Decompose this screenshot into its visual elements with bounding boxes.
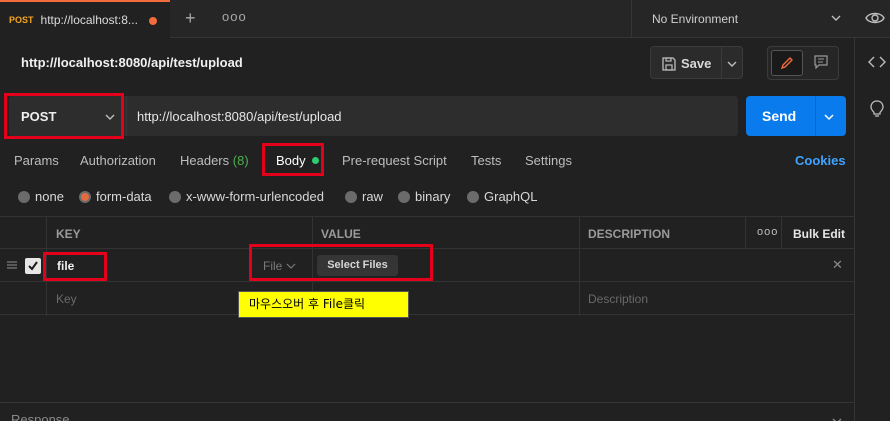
pencil-icon — [780, 57, 793, 70]
mode-toggle — [767, 46, 839, 80]
divider — [781, 216, 782, 249]
radio-graphql[interactable]: GraphQL — [467, 189, 537, 204]
annotation-note: 마우스오버 후 File클릭 — [238, 291, 409, 318]
column-header-key: KEY — [56, 227, 81, 241]
url-text: http://localhost:8080/api/test/upload — [137, 109, 342, 124]
bulk-edit-button[interactable]: Bulk Edit — [793, 227, 845, 241]
url-input[interactable]: http://localhost:8080/api/test/upload — [126, 96, 738, 136]
radio-raw[interactable]: raw — [345, 189, 383, 204]
response-label: Response — [11, 412, 70, 421]
radio-dot-selected — [79, 190, 91, 203]
edit-mode-button[interactable] — [771, 50, 803, 76]
new-tab-button[interactable]: + — [185, 7, 196, 29]
tab-method: POST — [9, 15, 34, 25]
radio-label: x-www-form-urlencoded — [186, 189, 324, 204]
chevron-down-icon — [832, 418, 842, 421]
divider — [815, 96, 816, 136]
chevron-down-icon — [105, 114, 115, 120]
table-row-empty: Key Description — [0, 282, 854, 315]
description-placeholder[interactable]: Description — [588, 292, 648, 306]
environment-label: No Environment — [652, 12, 739, 26]
column-header-description: DESCRIPTION — [588, 227, 671, 241]
save-label: Save — [681, 56, 712, 71]
radio-label: raw — [362, 189, 383, 204]
tab-settings[interactable]: Settings — [525, 153, 572, 168]
send-button[interactable]: Send — [746, 96, 846, 136]
radio-binary[interactable]: binary — [398, 189, 450, 204]
tab-headers-label: Headers — [180, 153, 230, 168]
tab-url: http://localhost:8... — [40, 13, 138, 27]
chevron-down-icon — [831, 15, 841, 21]
save-button[interactable]: Save — [650, 46, 743, 79]
column-options-button[interactable]: ooo — [757, 226, 778, 238]
tab-prerequest-script[interactable]: Pre-request Script — [342, 153, 447, 168]
eye-icon[interactable] — [865, 10, 885, 26]
right-sidebar — [854, 38, 890, 421]
table-header-row: KEY VALUE DESCRIPTION ooo Bulk Edit — [0, 216, 854, 249]
table-row: file File ✕ — [0, 249, 854, 282]
tab-headers[interactable]: Headers (8) — [180, 153, 249, 168]
radio-dot — [18, 190, 30, 203]
divider — [745, 216, 746, 249]
checkmark-icon — [28, 261, 38, 271]
cookies-link[interactable]: Cookies — [795, 153, 846, 168]
unsaved-dot-icon — [149, 17, 157, 25]
response-panel[interactable]: Response — [0, 402, 854, 421]
key-placeholder[interactable]: Key — [56, 292, 77, 306]
divider — [721, 47, 722, 78]
radio-label: GraphQL — [484, 189, 538, 204]
radio-dot — [169, 190, 181, 203]
request-title: http://localhost:8080/api/test/upload — [21, 55, 243, 70]
tab-body-label: Body — [276, 153, 306, 168]
method-label: POST — [21, 109, 57, 124]
tab-body[interactable]: Body — [276, 153, 319, 168]
chevron-down-icon[interactable] — [726, 58, 738, 70]
radio-form-data[interactable]: form-data — [79, 189, 152, 204]
tab-tests[interactable]: Tests — [471, 153, 501, 168]
send-label: Send — [762, 108, 797, 124]
radio-label: binary — [415, 189, 451, 204]
radio-none[interactable]: none — [18, 189, 64, 204]
chevron-down-icon[interactable] — [823, 111, 835, 123]
key-type-label: File — [263, 259, 283, 273]
save-icon — [662, 57, 676, 71]
row-enabled-checkbox[interactable] — [25, 258, 41, 274]
radio-dot — [345, 190, 357, 203]
tab-bar: POST http://localhost:8... + ooo No Envi… — [0, 0, 890, 38]
radio-label: none — [35, 189, 64, 204]
comment-icon — [814, 55, 828, 69]
headers-count: (8) — [232, 153, 249, 168]
documentation-button[interactable] — [806, 50, 836, 76]
code-icon[interactable] — [868, 54, 886, 70]
radio-label: form-data — [96, 189, 152, 204]
divider — [579, 216, 580, 316]
environment-select[interactable]: No Environment — [631, 0, 854, 38]
divider — [46, 216, 47, 316]
tab-more-button[interactable]: ooo — [222, 9, 247, 24]
select-files-button[interactable]: Select Files — [317, 255, 398, 276]
body-indicator-dot — [311, 157, 319, 164]
radio-x-www-form-urlencoded[interactable]: x-www-form-urlencoded — [169, 189, 324, 204]
column-header-value: VALUE — [321, 227, 361, 241]
delete-row-button[interactable]: ✕ — [832, 257, 843, 273]
tab-params[interactable]: Params — [14, 153, 59, 168]
radio-dot — [467, 190, 479, 203]
lightbulb-icon[interactable] — [870, 100, 884, 118]
row-key[interactable]: file — [57, 259, 74, 273]
key-type-select[interactable]: File — [263, 259, 296, 273]
tab-authorization[interactable]: Authorization — [80, 153, 156, 168]
chevron-down-icon — [286, 263, 296, 269]
form-data-table: KEY VALUE DESCRIPTION ooo Bulk Edit file… — [0, 216, 854, 316]
request-tab[interactable]: POST http://localhost:8... — [0, 0, 170, 38]
method-select[interactable]: POST — [9, 96, 126, 136]
radio-dot — [398, 190, 410, 203]
drag-handle-icon[interactable] — [6, 260, 18, 270]
